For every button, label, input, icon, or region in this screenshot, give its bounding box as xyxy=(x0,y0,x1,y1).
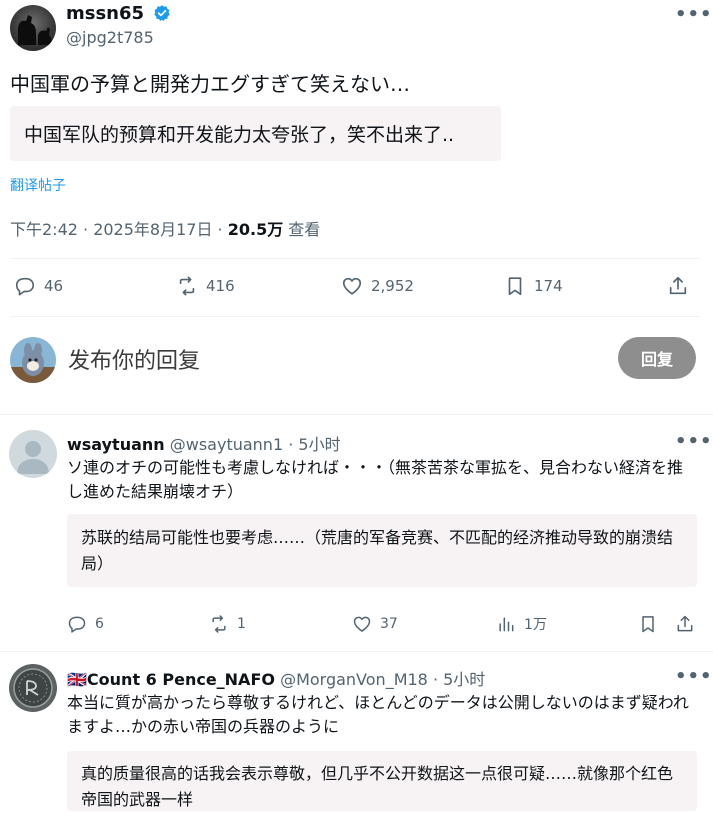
comment-more-icon[interactable]: ••• xyxy=(675,666,713,687)
comment-avatar[interactable] xyxy=(9,664,57,712)
post-meta: 下午2:42 · 2025年8月17日 · 20.5万 查看 xyxy=(10,216,320,240)
like-action[interactable]: 2,952 xyxy=(341,275,414,297)
heart-icon xyxy=(353,616,371,632)
comment-text: ソ連のオチの可能性も考慮しなければ・・・（無茶苦茶な軍拡を、見合わない経済を推し… xyxy=(67,458,684,501)
verified-badge-icon xyxy=(154,5,170,21)
comment-author-meta[interactable]: @wsaytuann1 · 5小时 xyxy=(170,435,341,454)
reply-button[interactable]: 回复 xyxy=(618,337,696,379)
translate-post-link[interactable]: 翻译帖子 xyxy=(10,175,66,195)
share-action[interactable] xyxy=(667,275,689,297)
comment-views-action[interactable]: 1万 xyxy=(496,614,547,634)
post-timestamp[interactable]: 下午2:42 · 2025年8月17日 · xyxy=(10,220,228,239)
comment-author-name[interactable]: Count 6 Pence_NAFO xyxy=(87,670,275,689)
comment-translation-box: 苏联的结局可能性也要考虑……（荒唐的军备竞赛、不匹配的经济推动导致的崩溃结局） xyxy=(67,514,697,587)
comment-bookmark-action[interactable] xyxy=(638,614,658,634)
reply-count: 46 xyxy=(44,277,64,295)
reply-input[interactable]: 发布你的回复 xyxy=(68,343,200,375)
comment-header: wsaytuann @wsaytuann1 · 5小时 xyxy=(67,431,341,455)
translation-text: 中国军队的预算和开发能力太夸张了，笑不出来了.. xyxy=(24,124,455,146)
comment-reply-count: 6 xyxy=(95,616,104,632)
comment-author-meta[interactable]: @MorganVon_M18 · 5小时 xyxy=(280,670,485,689)
divider xyxy=(0,414,713,415)
reply-icon xyxy=(15,277,35,296)
repost-icon xyxy=(212,615,226,633)
comment-more-icon[interactable]: ••• xyxy=(675,431,713,452)
comment-repost-count: 1 xyxy=(237,616,246,632)
repost-count: 416 xyxy=(206,277,235,295)
comment-views-count: 1万 xyxy=(524,617,547,633)
share-icon xyxy=(677,615,693,632)
bookmark-icon xyxy=(508,277,522,296)
views-count: 20.5万 xyxy=(227,220,284,239)
comment-translation-text: 苏联的结局可能性也要考虑……（荒唐的军备竞赛、不匹配的经济推动导致的崩溃结局） xyxy=(81,528,674,573)
reply-action[interactable]: 46 xyxy=(14,275,63,297)
repost-action[interactable]: 416 xyxy=(176,275,235,297)
comment-text: 本当に質が高かったら尊敬するけれど、ほとんどのデータは公開しないのはまず疑われま… xyxy=(67,693,689,736)
bookmark-icon xyxy=(642,616,654,633)
comment-like-action[interactable]: 37 xyxy=(352,614,398,634)
like-count: 2,952 xyxy=(371,277,414,295)
author-line: mssn65 xyxy=(66,3,171,24)
author-avatar[interactable] xyxy=(10,5,56,51)
heart-icon xyxy=(342,277,362,295)
share-icon xyxy=(669,276,687,295)
more-options-icon[interactable]: ••• xyxy=(675,4,713,25)
divider xyxy=(10,258,700,259)
comment-author-name[interactable]: wsaytuann xyxy=(67,435,165,454)
reply-icon xyxy=(68,616,86,633)
divider xyxy=(10,316,700,317)
comment-reply-action[interactable]: 6 xyxy=(67,614,104,634)
translation-box: 中国军队的预算和开发能力太夸张了，笑不出来了.. xyxy=(10,106,501,161)
bookmark-count: 174 xyxy=(534,277,563,295)
post-text: 中国軍の予算と開発力エグすぎて笑えない… xyxy=(10,72,410,96)
bookmark-action[interactable]: 174 xyxy=(504,275,563,297)
comment-share-action[interactable] xyxy=(675,614,695,634)
comment-like-count: 37 xyxy=(380,616,398,632)
analytics-icon xyxy=(499,617,514,632)
divider xyxy=(0,651,713,652)
comment-header: 🇬🇧Count 6 Pence_NAFO @MorganVon_M18 · 5小… xyxy=(67,666,485,690)
comment-repost-action[interactable]: 1 xyxy=(209,614,246,634)
uk-flag-icon: 🇬🇧 xyxy=(67,670,87,689)
user-avatar[interactable] xyxy=(10,337,56,383)
repost-icon xyxy=(179,276,195,296)
comment-translation-text: 真的质量很高的话我会表示尊敬，但几乎不公开数据这一点很可疑……就像那个红色帝国的… xyxy=(81,764,674,809)
views-label: 查看 xyxy=(283,220,321,239)
author-handle[interactable]: @jpg2t785 xyxy=(66,28,154,47)
author-name[interactable]: mssn65 xyxy=(66,3,144,24)
comment-avatar[interactable] xyxy=(9,430,57,478)
comment-translation-box: 真的质量很高的话我会表示尊敬，但几乎不公开数据这一点很可疑……就像那个红色帝国的… xyxy=(67,751,697,811)
